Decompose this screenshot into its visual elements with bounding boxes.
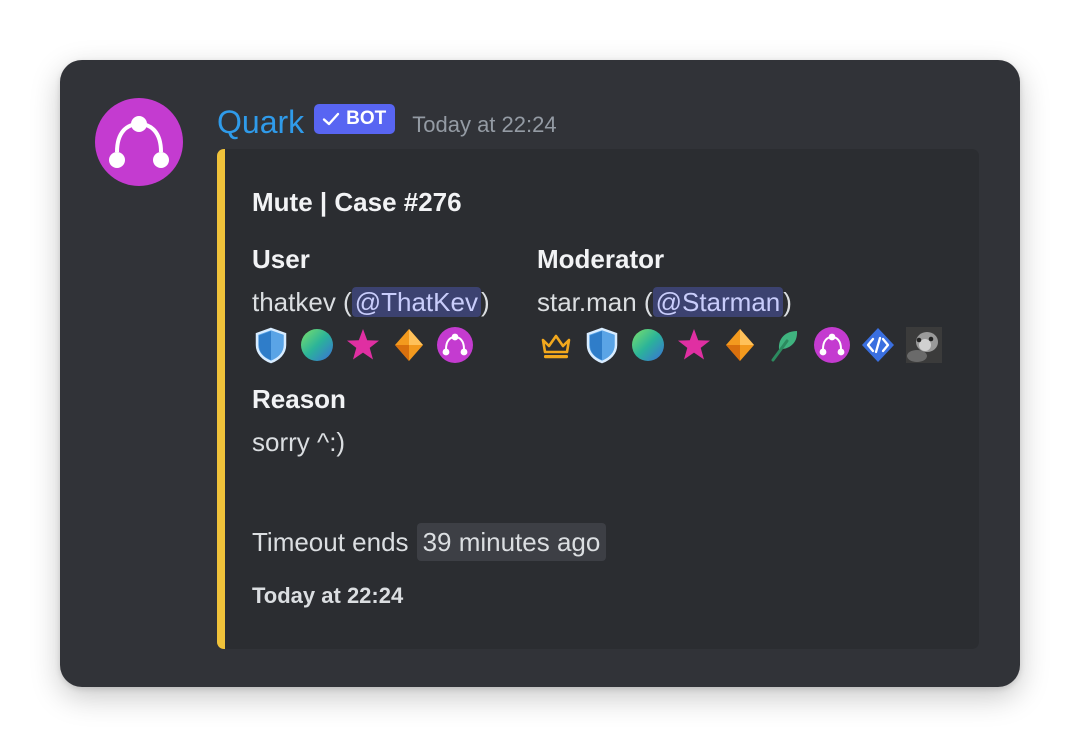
quark-logo-icon xyxy=(109,116,169,168)
quark-logo-icon xyxy=(436,326,474,364)
photo-icon xyxy=(905,326,943,364)
globe-icon xyxy=(629,326,667,364)
verified-check-icon xyxy=(322,112,340,126)
code-icon xyxy=(859,326,897,364)
embed-title: Mute | Case #276 xyxy=(252,187,462,217)
timeout-label: Timeout ends xyxy=(252,527,409,557)
user-display-name: thatkev ( xyxy=(252,287,352,317)
bot-tag-label: BOT xyxy=(346,108,387,129)
timeout-timestamp[interactable]: 39 minutes ago xyxy=(416,523,607,561)
field-reason-value: sorry ^:) xyxy=(252,427,346,457)
shield-icon xyxy=(583,326,621,364)
field-user: User thatkev (@ThatKev) xyxy=(252,244,490,365)
user-paren-close: ) xyxy=(480,287,490,317)
embed-footer-timestamp: Today at 22:24 xyxy=(252,583,404,608)
embed: Mute | Case #276 User thatkev (@ThatKev) xyxy=(217,149,979,649)
field-reason: Reason sorry ^:) xyxy=(252,384,346,459)
crown-icon xyxy=(537,326,575,364)
timeout-line: Timeout ends 39 minutes ago xyxy=(252,523,607,561)
star-icon xyxy=(344,326,382,364)
field-user-value: thatkev (@ThatKev) xyxy=(252,285,490,319)
diamond-icon xyxy=(390,326,428,364)
bot-tag: BOT xyxy=(314,104,396,134)
shield-icon xyxy=(252,326,290,364)
globe-icon xyxy=(298,326,336,364)
field-reason-name: Reason xyxy=(252,384,346,414)
leaf-icon xyxy=(767,326,805,364)
moderator-badges xyxy=(537,325,951,365)
author-name[interactable]: Quark xyxy=(217,102,304,142)
user-mention[interactable]: @ThatKev xyxy=(351,287,481,317)
message-timestamp[interactable]: Today at 22:24 xyxy=(412,112,556,138)
message-card: Quark BOT Today at 22:24 Mute | Case #27… xyxy=(60,60,1020,687)
field-moderator-value: star.man (@Starman) xyxy=(537,285,951,319)
star-icon xyxy=(675,326,713,364)
field-moderator: Moderator star.man (@Starman) xyxy=(537,244,951,365)
user-badges xyxy=(252,325,490,365)
diamond-icon xyxy=(721,326,759,364)
bot-avatar[interactable] xyxy=(95,98,183,186)
moderator-display-name: star.man ( xyxy=(537,287,653,317)
message-header: Quark BOT Today at 22:24 xyxy=(217,100,557,144)
field-user-name: User xyxy=(252,244,310,274)
quark-logo-icon xyxy=(813,326,851,364)
moderator-paren-close: ) xyxy=(783,287,792,317)
field-moderator-name: Moderator xyxy=(537,244,665,274)
moderator-mention[interactable]: @Starman xyxy=(652,287,784,317)
